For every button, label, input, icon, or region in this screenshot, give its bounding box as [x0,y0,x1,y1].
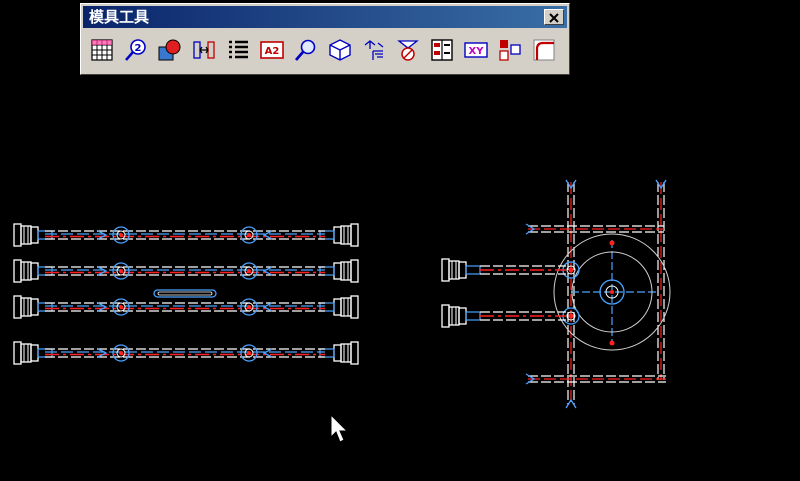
tool-button-13[interactable] [495,35,525,65]
layer-split-icon [364,40,384,60]
corner-fillet-icon [533,39,555,61]
tool-button-14[interactable] [529,35,559,65]
tool-button-5[interactable] [223,35,253,65]
list-icon [229,40,248,59]
grid-table-icon [91,39,113,61]
svg-text:2: 2 [135,43,142,54]
search-icon [294,39,316,61]
panel-list-icon [431,39,453,61]
tool-button-1[interactable] [87,35,117,65]
tool-button-9[interactable] [359,35,389,65]
color-fill-icon [158,39,181,61]
tool-button-2[interactable]: 2 [121,35,151,65]
tool-button-11[interactable] [427,35,457,65]
xy-coordinate-icon: XY [464,42,488,58]
tool-button-4[interactable] [189,35,219,65]
cube-3d-icon [329,39,351,61]
slot-outline[interactable] [153,289,217,298]
pipe-run-3[interactable] [14,296,358,318]
tool-button-10[interactable] [393,35,423,65]
tool-button-8[interactable] [325,35,355,65]
svg-text:XY: XY [469,46,485,57]
measure-icon [397,40,419,61]
manifold-assembly[interactable] [441,179,671,409]
tool-button-6[interactable]: A2 [257,35,287,65]
pipe-run-2[interactable] [14,260,358,282]
text-label-icon: A2 [260,41,284,59]
toolbar-title-bar[interactable]: 模具工具 [83,6,567,28]
tool-button-12[interactable]: XY [461,35,491,65]
zoom-two-icon: 2 [125,39,146,61]
arrow-cursor-icon [330,414,348,443]
tool-button-3[interactable] [155,35,185,65]
close-icon [549,12,559,23]
svg-text:A2: A2 [265,46,280,57]
tool-button-7[interactable] [291,35,321,65]
dimension-icon [193,41,215,59]
pipe-run-1[interactable] [14,224,358,246]
mold-tools-toolbar[interactable]: 模具工具 2 A2 XY [80,3,570,75]
align-blocks-icon [499,40,521,61]
pipe-run-4[interactable] [14,342,358,364]
close-button[interactable] [544,9,564,25]
toolbar-title: 模具工具 [89,8,150,26]
